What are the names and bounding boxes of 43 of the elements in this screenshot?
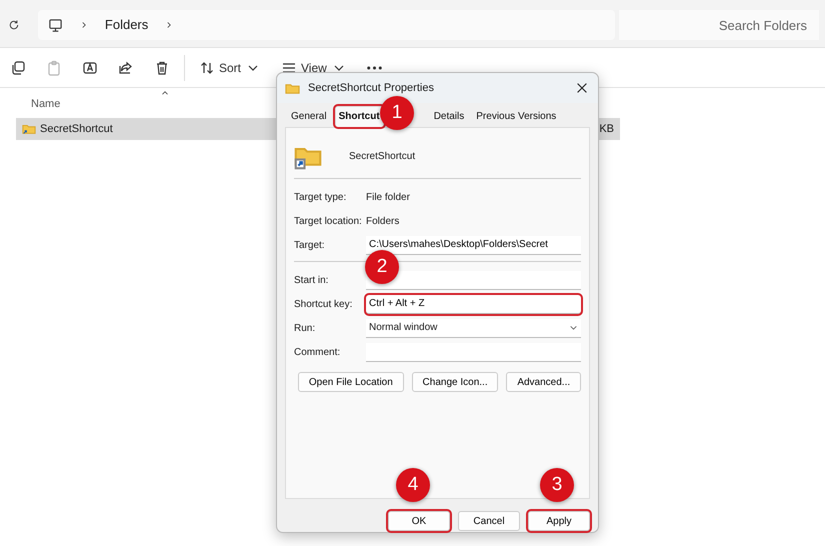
column-header[interactable]: Name bbox=[31, 96, 60, 118]
dialog-button[interactable]: OK bbox=[388, 511, 450, 531]
search-field[interactable]: Search Folders bbox=[619, 10, 819, 40]
breadcrumb-item[interactable]: Folders bbox=[104, 15, 148, 35]
clipboard-icon bbox=[46, 60, 62, 76]
undefined-menu-button[interactable]: Sort bbox=[193, 54, 268, 80]
undefined-menu-button[interactable]: View bbox=[275, 54, 353, 80]
dialog-button[interactable]: Apply bbox=[528, 511, 590, 531]
dialog-button[interactable]: Open File Location bbox=[298, 372, 404, 392]
dropdown[interactable]: Normal window bbox=[366, 318, 581, 338]
share-icon bbox=[118, 60, 134, 76]
tab[interactable]: General bbox=[287, 106, 331, 127]
dialog-title: SecretShortcut Properties bbox=[308, 80, 434, 96]
field-label: Target: bbox=[294, 238, 326, 252]
trash-icon bbox=[154, 60, 170, 76]
input-field[interactable]: Ctrl + Alt + Z bbox=[366, 294, 581, 314]
tab[interactable]: Previous Versions bbox=[472, 106, 560, 127]
refresh-icon[interactable] bbox=[8, 18, 20, 32]
field-label: Start in: bbox=[294, 274, 330, 288]
field-label: Target location: bbox=[294, 214, 363, 228]
input-field[interactable] bbox=[366, 342, 581, 362]
file-size: KB bbox=[599, 122, 614, 137]
more-icon[interactable] bbox=[366, 66, 382, 70]
address-bar[interactable]: Folders bbox=[38, 10, 615, 40]
copy-icon bbox=[10, 60, 26, 76]
field-label: Run: bbox=[294, 322, 316, 336]
dialog-button[interactable]: Cancel bbox=[458, 511, 520, 531]
dialog-button[interactable]: Change Icon... bbox=[412, 372, 498, 392]
computer-icon bbox=[48, 18, 63, 32]
input-field[interactable]: C:\Users\mahes\Desktop\Folders\Secret bbox=[366, 236, 581, 254]
sort-icon bbox=[199, 60, 215, 76]
field-label: Shortcut key: bbox=[294, 298, 354, 312]
field-label: Comment: bbox=[294, 346, 342, 360]
field-value: File folder bbox=[366, 190, 410, 204]
rename-icon bbox=[82, 60, 98, 76]
tab[interactable]: Details bbox=[430, 106, 468, 127]
field-value: Folders bbox=[366, 214, 400, 228]
dialog-button[interactable]: Advanced... bbox=[506, 372, 582, 392]
tab[interactable]: Shortcut bbox=[334, 106, 384, 127]
shortcut-folder-icon bbox=[22, 122, 36, 136]
field-label: Target type: bbox=[294, 190, 348, 204]
shortcut-name: SecretShortcut bbox=[349, 150, 416, 164]
file-name: SecretShortcut bbox=[40, 122, 113, 137]
